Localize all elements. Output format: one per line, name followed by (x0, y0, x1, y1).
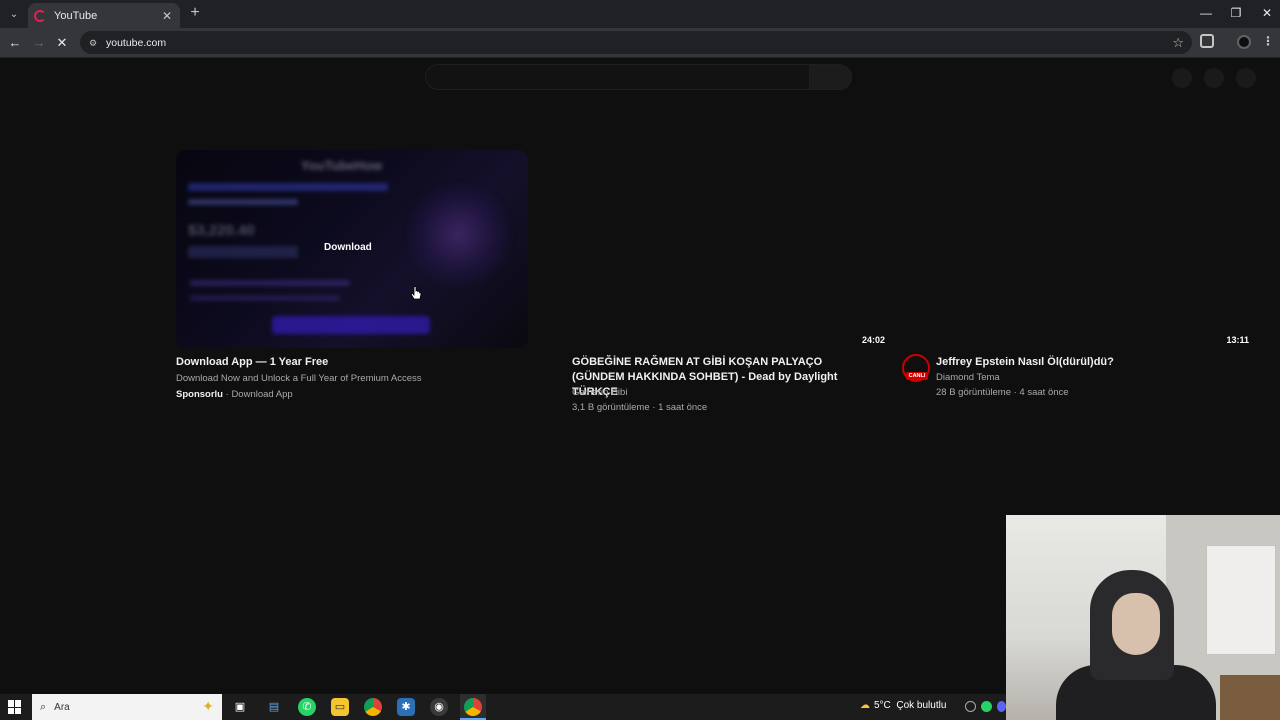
sponsored-label: Sponsorlu (176, 389, 223, 400)
ad-thumbnail[interactable]: YouTubeHow $3,220.40 Download (176, 150, 528, 348)
windows-start-icon[interactable] (8, 700, 22, 714)
new-tab-button[interactable]: + (186, 4, 204, 22)
loading-favicon-icon (34, 9, 46, 22)
ad-description: Download Now and Unlock a Full Year of P… (176, 373, 422, 384)
ad-card[interactable]: YouTubeHow $3,220.40 Download (176, 150, 528, 348)
minimize-button[interactable]: — (1196, 4, 1216, 22)
whatsapp-icon[interactable]: ✆ (298, 698, 316, 716)
account-avatar[interactable] (1236, 68, 1256, 88)
cloudy-weather-icon: ☁ (860, 700, 870, 711)
browser-toolbar: ← → ✕ ⚙ youtube.com ☆ ⋮ (0, 28, 1280, 58)
tab-search-button[interactable]: ⌄ (4, 4, 24, 24)
browser-menu-icon[interactable]: ⋮ (1262, 34, 1274, 48)
ad-thumbnail-art (404, 180, 514, 290)
obs-icon[interactable]: ◉ (430, 698, 448, 716)
channel-name[interactable]: Diamond Tema (936, 372, 1000, 383)
url-text[interactable]: youtube.com (106, 37, 166, 49)
file-icon[interactable]: ▤ (265, 698, 283, 716)
windows-taskbar: ⌕ Ara ✦ ▣ ▤ ✆ ▭ ✱ ◉ ☁ 5°C Çok bulutlu (0, 694, 1006, 720)
tray-whatsapp-icon[interactable] (981, 701, 992, 712)
close-window-button[interactable]: ✕ (1257, 4, 1277, 22)
duration-badge: 13:11 (1226, 335, 1249, 345)
profile-avatar[interactable] (1237, 35, 1251, 49)
site-info-icon[interactable]: ⚙ (86, 36, 100, 50)
tray-discord-icon[interactable] (997, 701, 1006, 712)
webcam-person-face (1112, 593, 1160, 655)
restore-button[interactable]: ❐ (1226, 4, 1246, 22)
bookmark-star-icon[interactable]: ☆ (1172, 35, 1184, 51)
weather-temp: 5°C (874, 700, 891, 711)
stop-loading-button[interactable]: ✕ (52, 33, 72, 53)
weather-text: Çok bulutlu (896, 700, 947, 711)
ad-thumbnail-amount: $3,220.40 (188, 222, 255, 239)
active-chrome-task[interactable] (460, 694, 486, 720)
webcam-door (1206, 545, 1276, 655)
weather-widget[interactable]: ☁ 5°C Çok bulutlu (860, 700, 946, 711)
search-input[interactable] (425, 64, 810, 90)
task-view-icon[interactable]: ▣ (231, 698, 249, 716)
video-stats: 3,1 B görüntüleme · 1 saat önce (572, 402, 708, 413)
ad-thumbnail-subline (188, 199, 298, 205)
taskbar-search-input[interactable]: ⌕ Ara ✦ (32, 694, 222, 720)
live-badge: CANLI (906, 372, 928, 380)
create-icon[interactable] (1172, 68, 1192, 88)
video-thumbnail[interactable]: 13:11 (900, 150, 1252, 348)
notifications-icon[interactable] (1204, 68, 1224, 88)
ad-download-label[interactable]: Download (324, 242, 372, 253)
ad-thumbnail-cta (272, 316, 430, 334)
browser-tabstrip: ⌄ YouTube ✕ + — ❐ ✕ (0, 0, 1280, 28)
tab-close-icon[interactable]: ✕ (160, 9, 174, 23)
ad-sponsor-line: Sponsorlu · Download App (176, 389, 293, 400)
hand-cursor-icon (410, 286, 422, 300)
channel-avatar[interactable]: CANLI (902, 354, 930, 382)
ad-title[interactable]: Download App — 1 Year Free (176, 355, 328, 370)
advertiser-name[interactable]: Download App (231, 389, 292, 400)
ad-thumbnail-row (190, 295, 340, 301)
address-bar[interactable]: ⚙ youtube.com ☆ (80, 31, 1192, 54)
video-thumbnail[interactable]: 24:02 (536, 150, 888, 348)
chrome-icon[interactable] (364, 698, 382, 716)
tab-youtube[interactable]: YouTube ✕ (28, 3, 180, 28)
channel-name[interactable]: Gamerin Dibi (572, 387, 627, 398)
back-button[interactable]: ← (5, 33, 25, 53)
webcam-overlay (1006, 515, 1280, 720)
chrome-icon (464, 698, 482, 716)
ad-thumbnail-badge (188, 246, 298, 258)
search-icon: ⌕ (40, 700, 47, 713)
forward-button[interactable]: → (29, 33, 49, 53)
webcam-sofa (1220, 675, 1280, 720)
search-highlight-icon: ✦ (202, 698, 214, 714)
video-stats: 28 B görüntüleme · 4 saat önce (936, 387, 1069, 398)
file-explorer-icon[interactable]: ▭ (331, 698, 349, 716)
search-button[interactable] (809, 64, 852, 90)
ad-thumbnail-logo: YouTubeHow (301, 158, 383, 173)
video-title[interactable]: Jeffrey Epstein Nasıl Öl(dürül)dü? (936, 355, 1236, 370)
tab-title: YouTube (54, 9, 98, 22)
extensions-icon[interactable] (1200, 34, 1214, 48)
tray-app-icon[interactable] (965, 701, 976, 712)
ad-thumbnail-headline (188, 183, 388, 191)
duration-badge: 24:02 (861, 335, 885, 345)
taskbar-search-placeholder[interactable]: Ara (54, 702, 70, 713)
ad-thumbnail-row (190, 280, 350, 286)
settings-app-icon[interactable]: ✱ (397, 698, 415, 716)
